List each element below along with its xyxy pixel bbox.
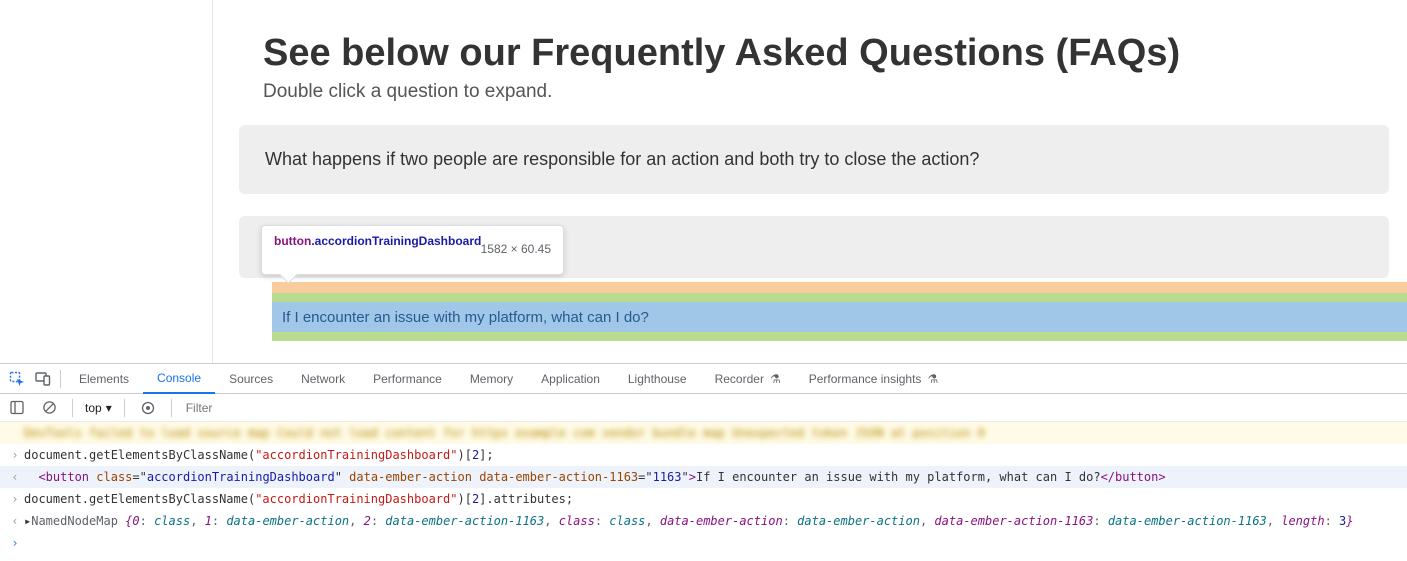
context-label: top <box>85 401 102 415</box>
console-output-2: ▸NamedNodeMap {0: class, 1: data-ember-a… <box>24 510 1407 532</box>
separator <box>72 399 73 417</box>
tooltip-dimensions: 1582 × 60.45 <box>481 242 551 256</box>
tab-network[interactable]: Network <box>287 364 359 394</box>
tab-console[interactable]: Console <box>143 364 215 394</box>
highlight-content: If I encounter an issue with my platform… <box>272 302 1407 332</box>
prompt-caret-icon: › <box>6 532 24 554</box>
page-left-gutter <box>0 0 213 363</box>
separator <box>60 370 61 388</box>
console-input-1: document.getElementsByClassName("accordi… <box>24 444 1407 466</box>
live-expression-icon[interactable] <box>135 395 161 421</box>
clear-console-icon[interactable] <box>36 395 62 421</box>
devtools-tabstrip: Elements Console Sources Network Perform… <box>0 364 1407 394</box>
toggle-sidebar-icon[interactable] <box>4 395 30 421</box>
tab-performance-insights[interactable]: Performance insights⚗ <box>795 364 952 394</box>
tab-sources[interactable]: Sources <box>215 364 287 394</box>
inspector-tooltip: button.accordionTrainingDashboard 1582 ×… <box>261 225 564 275</box>
highlight-padding-bottom <box>272 332 1407 341</box>
chevron-down-icon: ▾ <box>106 401 112 415</box>
console-input-row-2[interactable]: › document.getElementsByClassName("accor… <box>0 488 1407 510</box>
flask-icon: ⚗ <box>927 372 938 386</box>
tab-lighthouse[interactable]: Lighthouse <box>614 364 701 394</box>
output-caret-icon: ‹ <box>6 466 24 488</box>
input-caret-icon: › <box>6 444 24 466</box>
output-caret-icon: ‹ <box>6 510 24 532</box>
tab-memory[interactable]: Memory <box>456 364 527 394</box>
execution-context-selector[interactable]: top ▾ <box>83 401 114 415</box>
console-output-1: <button class="accordionTrainingDashboar… <box>24 466 1407 488</box>
console-body: DevTools failed to load source map Could… <box>0 422 1407 554</box>
devtools-panel: Elements Console Sources Network Perform… <box>0 363 1407 561</box>
tooltip-class: .accordionTrainingDashboard <box>311 234 481 248</box>
page-viewport: See below our Frequently Asked Questions… <box>0 0 1407 363</box>
flask-icon: ⚗ <box>770 372 781 386</box>
faq-accordion-item-0[interactable]: What happens if two people are responsib… <box>239 125 1389 194</box>
console-output-row-2[interactable]: ‹ ▸NamedNodeMap {0: class, 1: data-ember… <box>0 510 1407 532</box>
separator <box>124 399 125 417</box>
console-warning-row: DevTools failed to load source map Could… <box>0 422 1407 444</box>
input-caret-icon: › <box>6 488 24 510</box>
tooltip-tag: button <box>274 234 311 248</box>
console-input-2: document.getElementsByClassName("accordi… <box>24 488 1407 510</box>
tab-recorder[interactable]: Recorder⚗ <box>701 364 795 394</box>
tab-elements[interactable]: Elements <box>65 364 143 394</box>
tab-performance[interactable]: Performance <box>359 364 456 394</box>
console-output-row-1[interactable]: ‹ <button class="accordionTrainingDashbo… <box>0 466 1407 488</box>
console-prompt-row[interactable]: › <box>0 532 1407 554</box>
console-input-row-1[interactable]: › document.getElementsByClassName("accor… <box>0 444 1407 466</box>
tab-application[interactable]: Application <box>527 364 614 394</box>
page-subtitle: Double click a question to expand. <box>263 81 1407 103</box>
page-title: See below our Frequently Asked Questions… <box>263 32 1407 75</box>
highlight-padding-top <box>272 293 1407 302</box>
device-toolbar-icon[interactable] <box>30 366 56 392</box>
highlight-margin <box>272 282 1407 293</box>
inspect-element-icon[interactable] <box>4 366 30 392</box>
separator <box>171 399 172 417</box>
console-toolbar: top ▾ <box>0 394 1407 422</box>
inspect-highlight-overlay: If I encounter an issue with my platform… <box>272 282 1407 341</box>
console-filter-input[interactable] <box>182 399 382 417</box>
faq-accordion-item-2-text: If I encounter an issue with my platform… <box>282 309 649 326</box>
